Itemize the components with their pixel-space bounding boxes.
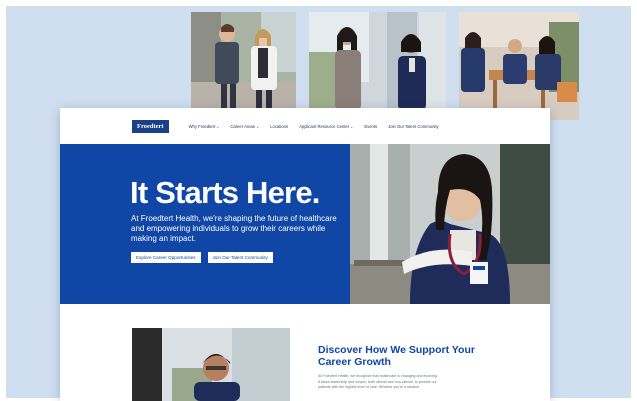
hero-description: At Froedtert Health, we're shaping the f… (131, 214, 337, 243)
website-mockup: Froedtert Why Froedtert⌄ Career Areas⌄ L… (60, 108, 550, 401)
section-title: Discover How We Support Your Career Grow… (318, 344, 475, 368)
photo-two-women-talking (309, 12, 446, 110)
hero-title: It Starts Here. (130, 175, 320, 210)
nav-item-why-froedtert[interactable]: Why Froedtert⌄ (189, 124, 220, 129)
nav-item-join-talent-community[interactable]: Join Our Talent Community (388, 124, 438, 129)
hero-banner: It Starts Here. At Froedtert Health, we'… (60, 144, 350, 304)
explore-careers-button[interactable]: Explore Career Opportunities (131, 252, 201, 263)
top-navigation: Froedtert Why Froedtert⌄ Career Areas⌄ L… (60, 108, 550, 144)
nav-menu: Why Froedtert⌄ Career Areas⌄ Locations A… (189, 124, 439, 129)
nav-item-locations[interactable]: Locations (270, 124, 288, 129)
brand-logo[interactable]: Froedtert (132, 119, 169, 133)
hero-buttons: Explore Career Opportunities Join Our Ta… (131, 252, 273, 263)
nav-item-career-areas[interactable]: Career Areas⌄ (230, 124, 259, 129)
join-talent-community-button[interactable]: Join Our Talent Community (207, 252, 273, 263)
chevron-down-icon: ⌄ (255, 124, 260, 129)
chevron-down-icon: ⌄ (350, 124, 354, 129)
photo-two-nurses-walking (191, 12, 296, 110)
chevron-down-icon: ⌄ (216, 124, 220, 129)
hero-photo-smiling-nurse (350, 144, 550, 304)
section-body: At Froedtert Health, we recognize that h… (318, 374, 438, 390)
nav-item-applicant-resource-center[interactable]: Applicant Resource Center⌄ (299, 124, 353, 129)
nav-item-events[interactable]: Events (364, 124, 377, 129)
section-photo-smiling-man (132, 328, 290, 401)
photo-team-at-table (459, 12, 579, 120)
